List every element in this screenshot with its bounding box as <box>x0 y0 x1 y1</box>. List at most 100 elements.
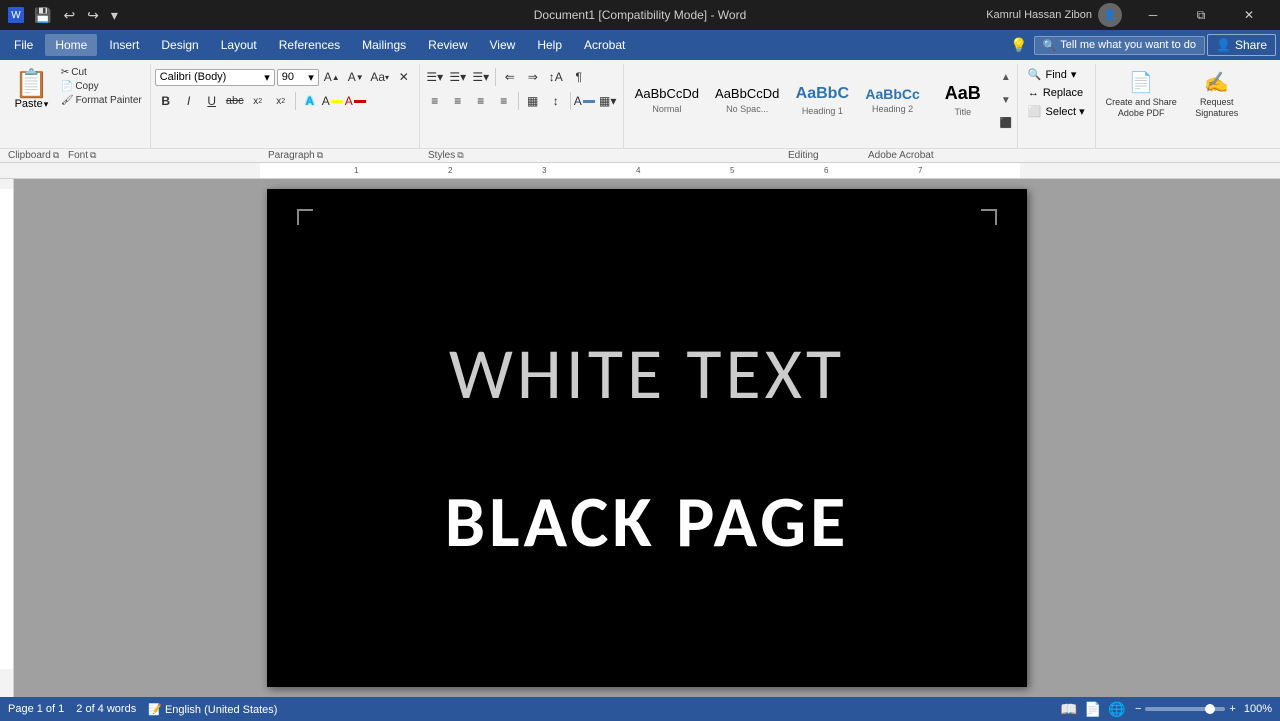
create-share-pdf-button[interactable]: 📄 Create and ShareAdobe PDF <box>1100 66 1183 123</box>
menu-file[interactable]: File <box>4 34 43 56</box>
language-indicator[interactable]: 📝 English (United States) <box>148 703 277 716</box>
italic-button[interactable]: I <box>178 90 200 112</box>
replace-button[interactable]: ↔ Replace <box>1022 85 1091 101</box>
align-left-button[interactable]: ≡ <box>424 90 446 112</box>
bullets-button[interactable]: ☰▾ <box>424 66 446 88</box>
styles-scroll-up[interactable]: ▲ <box>999 66 1013 88</box>
zoom-track[interactable] <box>1145 707 1225 711</box>
undo-button[interactable]: ↩ <box>59 5 79 26</box>
menu-view[interactable]: View <box>480 34 526 56</box>
para-expand-icon[interactable]: ⧉ <box>317 150 323 161</box>
paste-button[interactable]: 📋 Paste ▾ <box>8 66 55 114</box>
zoom-level[interactable]: 100% <box>1244 703 1272 715</box>
ruler-mark-2: 2 <box>448 166 452 175</box>
menu-references[interactable]: References <box>269 34 350 56</box>
columns-button[interactable]: ▦ <box>522 90 544 112</box>
copy-button[interactable]: 📄 Copy <box>57 80 146 93</box>
multilevel-list-button[interactable]: ☰▾ <box>470 66 492 88</box>
styles-expand-icon[interactable]: ⧉ <box>457 150 463 161</box>
paragraph-label[interactable]: Paragraph ⧉ <box>264 149 424 162</box>
minimize-button[interactable]: ─ <box>1130 0 1176 30</box>
black-page-heading[interactable]: BLACK PAGE <box>445 478 850 566</box>
menu-acrobat[interactable]: Acrobat <box>574 34 635 56</box>
style-title[interactable]: AaB Title <box>929 66 997 134</box>
shading-button[interactable]: A <box>574 90 596 112</box>
clipboard-expand-icon[interactable]: ⧉ <box>53 150 59 161</box>
align-center-button[interactable]: ≡ <box>447 90 469 112</box>
zoom-thumb[interactable] <box>1205 704 1215 714</box>
find-dropdown-icon[interactable]: ▾ <box>1071 68 1077 81</box>
menu-review[interactable]: Review <box>418 34 477 56</box>
redo-button[interactable]: ↪ <box>83 5 103 26</box>
adobe-label[interactable]: Adobe Acrobat <box>864 149 938 162</box>
superscript-button[interactable]: x2 <box>270 90 292 112</box>
format-painter-icon: 🖌 <box>61 95 74 106</box>
save-button[interactable]: 💾 <box>30 5 55 26</box>
font-expand-icon[interactable]: ⧉ <box>90 150 96 161</box>
menu-design[interactable]: Design <box>151 34 208 56</box>
bold-button[interactable]: B <box>155 90 177 112</box>
show-marks-button[interactable]: ¶ <box>568 66 590 88</box>
sort-button[interactable]: ↕A <box>545 66 567 88</box>
find-button[interactable]: 🔍 Find ▾ <box>1022 66 1091 83</box>
share-button[interactable]: 👤 Share <box>1207 34 1276 56</box>
increase-indent-button[interactable]: ⇒ <box>522 66 544 88</box>
justify-button[interactable]: ≡ <box>493 90 515 112</box>
page-content[interactable]: WHITE TEXT BLACK PAGE <box>267 189 1027 687</box>
menu-help[interactable]: Help <box>527 34 572 56</box>
cut-button[interactable]: ✂ Cut <box>57 66 146 79</box>
text-effects-button[interactable]: A <box>299 90 321 112</box>
subscript-button[interactable]: x2 <box>247 90 269 112</box>
close-button[interactable]: ✕ <box>1226 0 1272 30</box>
styles-scroll-down[interactable]: ▼ <box>999 89 1013 111</box>
status-bar-right: 📖 📄 🌐 − + 100% <box>1059 699 1272 719</box>
font-size-select[interactable]: 90 ▾ <box>277 69 319 86</box>
request-signatures-button[interactable]: ✍ RequestSignatures <box>1187 66 1247 123</box>
clipboard-label[interactable]: Clipboard ⧉ <box>4 149 64 162</box>
document-area[interactable]: WHITE TEXT BLACK PAGE <box>14 179 1280 697</box>
word-icon: W <box>8 7 24 23</box>
font-label[interactable]: Font ⧉ <box>64 149 264 162</box>
read-mode-button[interactable]: 📖 <box>1059 699 1079 719</box>
font-color-button[interactable]: A <box>345 90 367 112</box>
tell-me-search[interactable]: 🔍 Tell me what you want to do <box>1034 36 1205 55</box>
text-highlight-button[interactable]: A <box>322 90 344 112</box>
paste-dropdown-icon[interactable]: ▾ <box>44 99 49 110</box>
style-heading2[interactable]: AaBbCc Heading 2 <box>858 66 926 134</box>
numbering-button[interactable]: ☰▾ <box>447 66 469 88</box>
zoom-out-button[interactable]: − <box>1135 703 1141 715</box>
borders-button[interactable]: ▦▾ <box>597 90 619 112</box>
more-quick-access-button[interactable]: ▾ <box>107 5 122 26</box>
decrease-indent-button[interactable]: ⇐ <box>499 66 521 88</box>
align-right-button[interactable]: ≡ <box>470 90 492 112</box>
user-info[interactable]: Kamrul Hassan Zibon 👤 <box>986 3 1122 27</box>
editing-group-content: 🔍 Find ▾ ↔ Replace ⬜ Select ▾ <box>1022 66 1091 146</box>
underline-button[interactable]: U <box>201 90 223 112</box>
shrink-font-button[interactable]: A▼ <box>345 66 367 88</box>
menu-mailings[interactable]: Mailings <box>352 34 416 56</box>
style-heading1[interactable]: AaBbC Heading 1 <box>788 66 856 134</box>
print-layout-button[interactable]: 📄 <box>1083 699 1103 719</box>
styles-expand[interactable]: ⬛ <box>999 112 1013 134</box>
white-text-heading[interactable]: WHITE TEXT <box>449 330 845 418</box>
style-no-spacing[interactable]: AaBbCcDd No Spac... <box>708 66 786 134</box>
line-spacing-button[interactable]: ↕ <box>545 90 567 112</box>
menu-layout[interactable]: Layout <box>211 34 267 56</box>
select-button[interactable]: ⬜ Select ▾ <box>1022 103 1091 120</box>
web-layout-button[interactable]: 🌐 <box>1107 699 1127 719</box>
strikethrough-button[interactable]: abc <box>224 90 246 112</box>
ruler-mark-4: 4 <box>636 166 640 175</box>
zoom-in-button[interactable]: + <box>1229 703 1235 715</box>
style-normal[interactable]: AaBbCcDd Normal <box>628 66 706 134</box>
change-case-button[interactable]: Aa▾ <box>369 66 391 88</box>
format-painter-button[interactable]: 🖌 Format Painter <box>57 94 146 107</box>
clear-format-button[interactable]: ✕ <box>393 66 415 88</box>
vertical-ruler <box>0 179 14 697</box>
restore-button[interactable]: ⧉ <box>1178 0 1224 30</box>
styles-label[interactable]: Styles ⧉ <box>424 149 784 162</box>
font-family-select[interactable]: Calibri (Body) ▾ <box>155 69 275 86</box>
grow-font-button[interactable]: A▲ <box>321 66 343 88</box>
editing-label[interactable]: Editing <box>784 149 864 162</box>
menu-insert[interactable]: Insert <box>99 34 149 56</box>
menu-home[interactable]: Home <box>45 34 97 56</box>
